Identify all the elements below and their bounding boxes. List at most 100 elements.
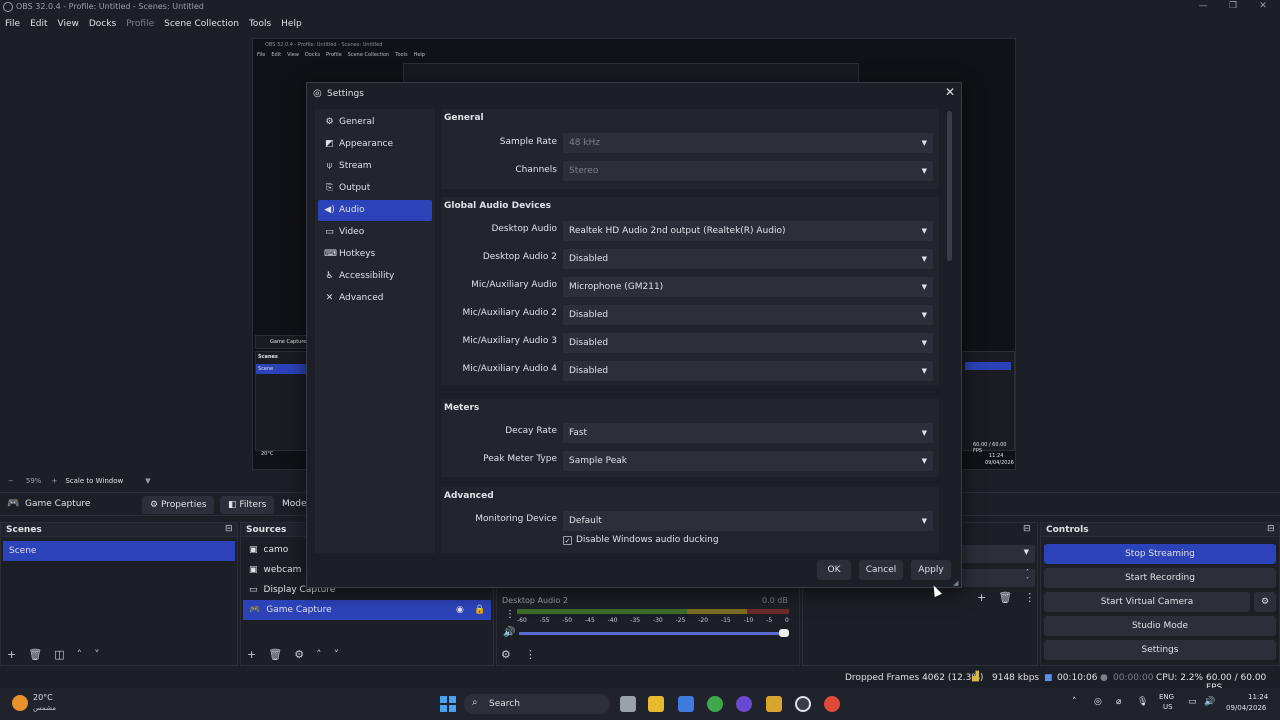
trash-icon[interactable]: 🗑 — [998, 591, 1012, 604]
app-icon[interactable] — [736, 696, 752, 712]
filter-icon[interactable]: ◫ — [54, 648, 64, 661]
spin-down-icon[interactable]: ˅ — [1026, 577, 1029, 584]
menu-profile[interactable]: Profile — [121, 16, 159, 32]
obs-taskbar-icon[interactable] — [795, 696, 811, 712]
settings-button[interactable]: Settings — [1044, 640, 1276, 660]
source-item-game-capture[interactable]: 🎮 Game Capture ◉ 🔒 — [243, 600, 491, 620]
windows-start-icon[interactable] — [440, 696, 456, 712]
task-view-icon[interactable] — [620, 696, 636, 712]
mic-aux-audio-4-select[interactable]: Disabled ▼ — [563, 361, 933, 381]
kebab-menu-icon[interactable]: ⋮ — [1024, 591, 1035, 604]
menu-file[interactable]: File — [0, 16, 25, 32]
microphone-icon[interactable]: 🎙 — [1137, 697, 1148, 707]
transition-select[interactable]: ▼ — [961, 545, 1035, 563]
arrow-down-icon[interactable]: ˅ — [334, 648, 340, 661]
gear-icon[interactable]: ⚙ — [294, 648, 304, 661]
search-box[interactable]: ⌕ Search — [464, 694, 610, 714]
display-icon[interactable]: ▭ — [1188, 697, 1197, 707]
speaker-icon[interactable]: 🔊 — [503, 627, 515, 638]
decay-rate-select[interactable]: Fast ▼ — [563, 423, 933, 443]
nav-accessibility[interactable]: ♿ Accessibility — [318, 266, 432, 287]
language[interactable]: ENG — [1159, 693, 1174, 701]
studio-mode-button[interactable]: Studio Mode — [1044, 616, 1276, 636]
close-icon[interactable]: ✕ — [1256, 1, 1270, 13]
minimize-icon[interactable]: — — [1196, 1, 1210, 13]
add-icon[interactable]: + — [247, 648, 256, 661]
link-gear-icon[interactable]: ⚙ — [501, 648, 511, 661]
desktop-audio-2-select[interactable]: Disabled ▼ — [563, 249, 933, 269]
zoom-out-icon[interactable]: − — [8, 477, 14, 485]
menu-tools[interactable]: Tools — [244, 16, 276, 32]
nav-general[interactable]: ⚙ General — [318, 112, 432, 133]
menu-help[interactable]: Help — [276, 16, 307, 32]
mic-aux-audio-select[interactable]: Microphone (GM211) ▼ — [563, 277, 933, 297]
arrow-up-icon[interactable]: ˄ — [316, 648, 322, 661]
dock-menu-icon[interactable]: ⊟ — [1023, 524, 1031, 534]
arrow-down-icon[interactable]: ˅ — [94, 648, 100, 661]
scene-item[interactable]: Scene — [3, 541, 235, 561]
spin-up-icon[interactable]: ˄ — [1026, 569, 1029, 576]
nav-hotkeys[interactable]: ⌨ Hotkeys — [318, 244, 432, 265]
nav-advanced[interactable]: ✕ Advanced — [318, 288, 432, 309]
clock-time[interactable]: 11:24 — [1248, 693, 1268, 701]
start-virtual-camera-button[interactable]: Start Virtual Camera — [1044, 592, 1250, 612]
file-explorer-icon[interactable] — [648, 696, 664, 712]
network-off-icon[interactable]: ⌀ — [1116, 697, 1121, 707]
lock-icon[interactable]: 🔒 — [474, 600, 485, 620]
chrome-icon[interactable] — [824, 696, 840, 712]
ok-button[interactable]: OK — [817, 560, 851, 580]
arrow-up-icon[interactable]: ˄ — [77, 648, 83, 661]
folder-icon[interactable] — [766, 696, 782, 712]
trash-icon[interactable]: 🗑 — [268, 648, 282, 661]
whatsapp-icon[interactable] — [707, 696, 723, 712]
restore-icon[interactable]: ❐ — [1226, 1, 1240, 13]
checkbox-checked-icon[interactable]: ✓ — [563, 535, 572, 545]
start-recording-button[interactable]: Start Recording — [1044, 568, 1276, 588]
scale-mode-select[interactable]: Scale to Window — [65, 477, 123, 485]
virtual-camera-settings-button[interactable]: ⚙ — [1254, 592, 1276, 612]
mic-aux-audio-3-select[interactable]: Disabled ▼ — [563, 333, 933, 353]
add-icon[interactable]: + — [977, 591, 986, 604]
close-icon[interactable]: ✕ — [945, 85, 955, 99]
transition-duration[interactable]: ˄ ˅ — [961, 569, 1035, 587]
trash-icon[interactable]: 🗑 — [28, 648, 42, 661]
tray-app-icon[interactable]: ◎ — [1094, 697, 1102, 707]
eye-icon[interactable]: ◉ — [456, 600, 464, 620]
properties-button[interactable]: ⚙ Properties — [142, 496, 215, 514]
channels-select[interactable]: Stereo ▼ — [563, 161, 933, 181]
disable-ducking-checkbox-row[interactable]: ✓ Disable Windows audio ducking — [563, 535, 719, 545]
stop-streaming-button[interactable]: Stop Streaming — [1044, 544, 1276, 564]
cancel-button[interactable]: Cancel — [859, 560, 903, 580]
menu-edit[interactable]: Edit — [25, 16, 52, 32]
filters-button[interactable]: ◧ Filters — [220, 496, 275, 514]
desktop-audio-select[interactable]: Realtek HD Audio 2nd output (Realtek(R) … — [563, 221, 933, 241]
region[interactable]: US — [1163, 703, 1173, 711]
kebab-menu-icon[interactable]: ⋮ — [505, 609, 515, 620]
tray-chevron-icon[interactable]: ˄ — [1072, 697, 1077, 707]
menu-view[interactable]: View — [53, 16, 84, 32]
mic-aux-audio-2-select[interactable]: Disabled ▼ — [563, 305, 933, 325]
volume-icon[interactable]: 🔊 — [1204, 697, 1215, 707]
nav-output[interactable]: ⎘ Output — [318, 178, 432, 199]
monitoring-device-select[interactable]: Default ▼ — [563, 511, 933, 531]
sample-rate-select[interactable]: 48 kHz ▼ — [563, 133, 933, 153]
settings-scrollbar[interactable] — [947, 111, 952, 261]
add-icon[interactable]: + — [7, 648, 16, 661]
kebab-menu-icon[interactable]: ⋮ — [525, 648, 536, 661]
dock-menu-icon[interactable]: ⊟ — [1267, 524, 1275, 534]
clock-date[interactable]: 09/04/2026 — [1226, 704, 1266, 712]
nav-stream[interactable]: ⍦ Stream — [318, 156, 432, 177]
zoom-in-icon[interactable]: + — [51, 477, 57, 485]
volume-slider-handle[interactable] — [779, 629, 789, 637]
weather-icon[interactable] — [12, 695, 28, 711]
chevron-down-icon[interactable]: ▼ — [145, 477, 150, 485]
dock-menu-icon[interactable]: ⊟ — [225, 524, 233, 534]
apply-button[interactable]: Apply — [911, 560, 951, 580]
nav-video[interactable]: ▭ Video — [318, 222, 432, 243]
menu-docks[interactable]: Docks — [84, 16, 121, 32]
store-icon[interactable] — [678, 696, 694, 712]
menu-scene-collection[interactable]: Scene Collection — [159, 16, 244, 32]
resize-grip-icon[interactable]: ◢ — [953, 579, 958, 587]
nav-appearance[interactable]: ◩ Appearance — [318, 134, 432, 155]
volume-slider[interactable] — [519, 632, 787, 635]
